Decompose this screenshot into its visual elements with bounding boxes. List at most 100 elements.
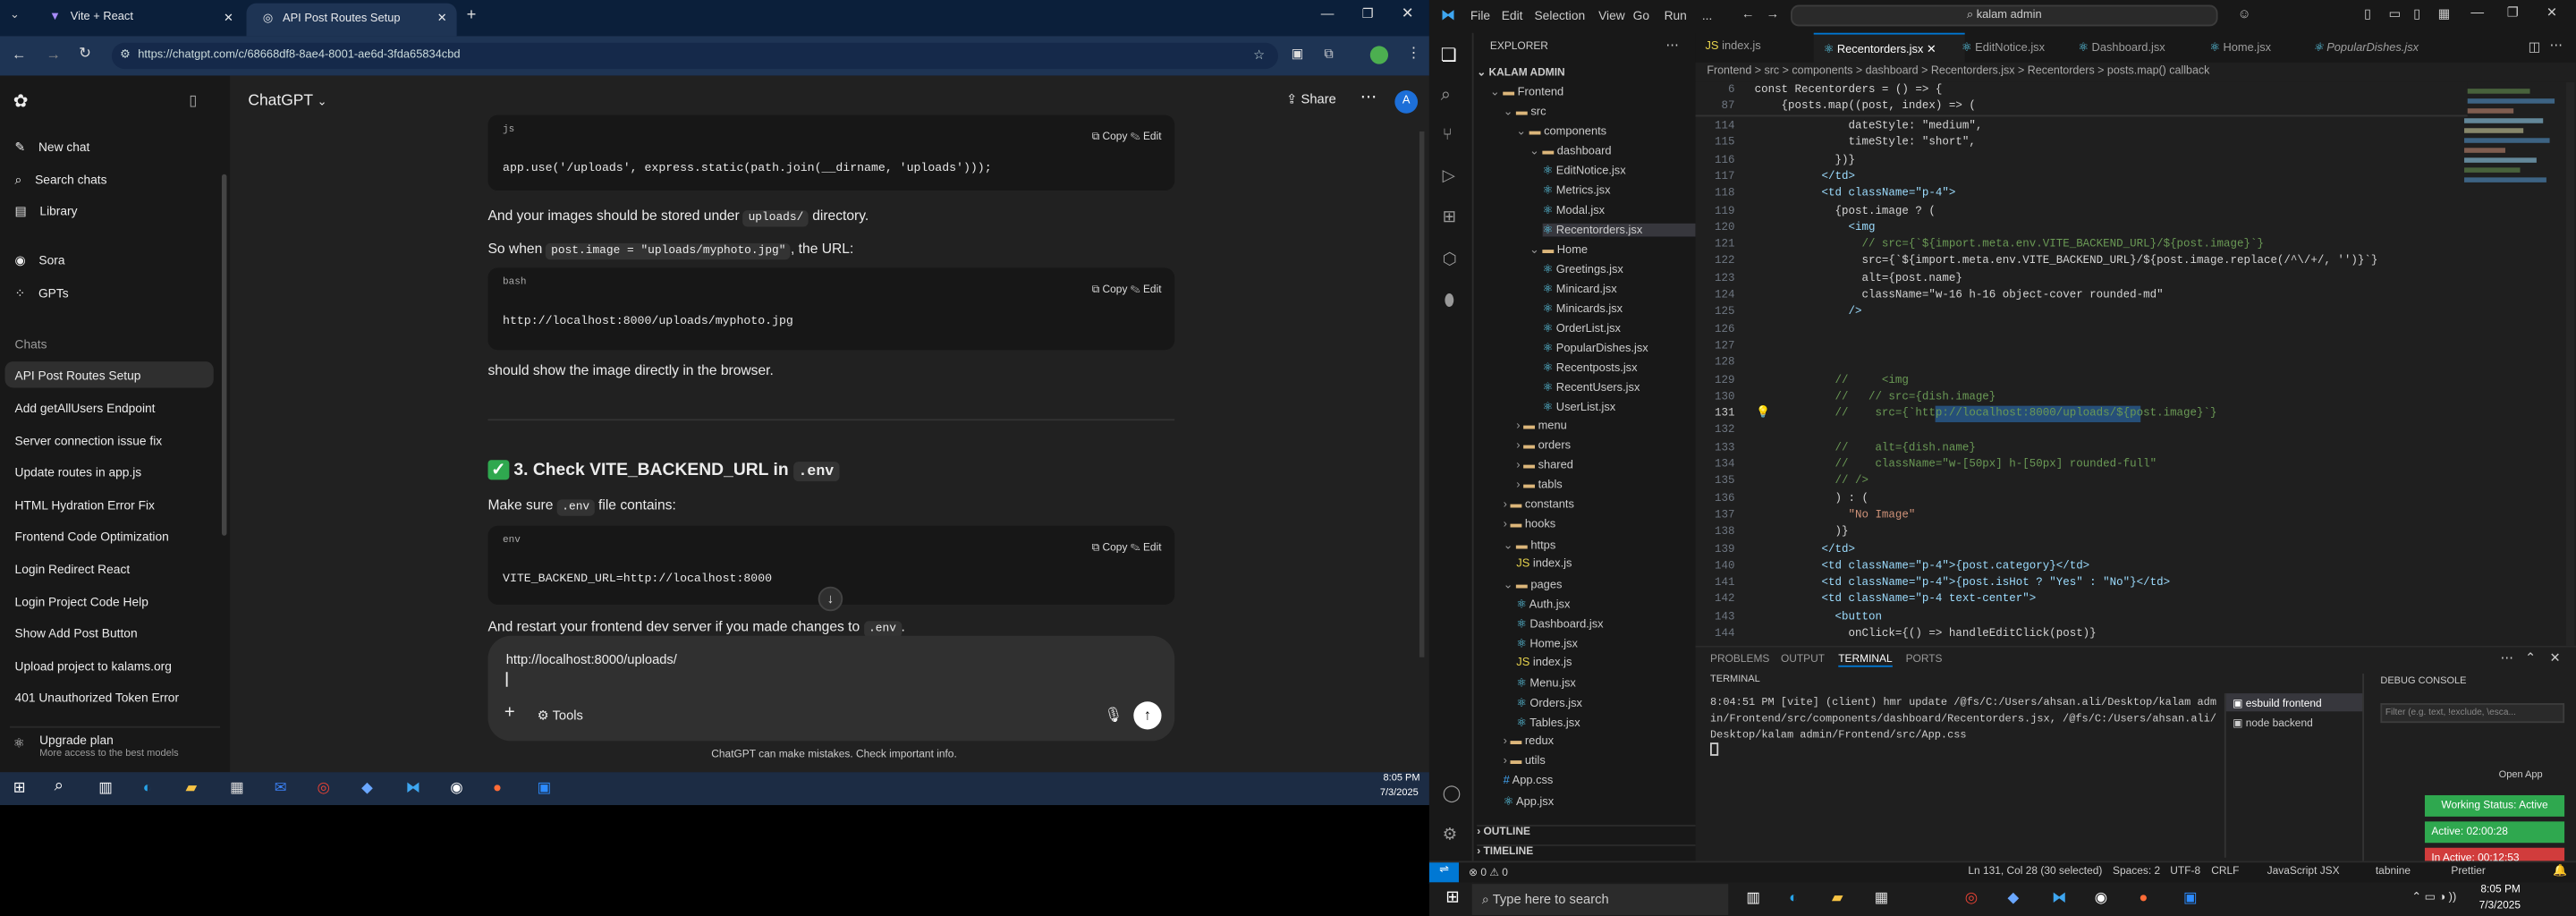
file-item[interactable]: ⚛ OrderList.jsx: [1543, 322, 1621, 335]
maximize-icon[interactable]: ❐: [1362, 6, 1374, 21]
tools-button[interactable]: ⚙ Tools: [538, 708, 583, 724]
explorer-icon[interactable]: ❏: [1441, 45, 1457, 65]
mail-icon[interactable]: ✉: [275, 779, 287, 797]
site-info-icon[interactable]: ⚙: [120, 47, 131, 61]
composer[interactable]: http://localhost:8000/uploads/ + ⚙ Tools…: [487, 635, 1175, 742]
nav-back-icon[interactable]: ←: [1741, 6, 1755, 21]
file-item[interactable]: ⚛ Recentposts.jsx: [1543, 361, 1638, 375]
share-button[interactable]: ⇪ Share: [1286, 92, 1336, 107]
chat-item[interactable]: Login Project Code Help: [15, 595, 148, 610]
more-actions-icon[interactable]: ⋯: [2550, 38, 2563, 53]
panel-tab-ports[interactable]: PORTS: [1906, 654, 1943, 666]
remote-indicator[interactable]: ⇌: [1428, 862, 1459, 885]
timeline-section[interactable]: › TIMELINE: [1477, 844, 1699, 858]
postman-icon[interactable]: ●: [2139, 889, 2148, 905]
folder-item[interactable]: › ▬ constants: [1504, 499, 1574, 511]
copilot-icon[interactable]: ☺: [2238, 6, 2251, 21]
file-explorer-icon[interactable]: ▰: [186, 779, 198, 797]
terminal-item-active[interactable]: ▣ esbuild frontend: [2225, 693, 2365, 712]
user-avatar[interactable]: A: [1394, 90, 1419, 114]
search-icon[interactable]: ⌕: [55, 777, 64, 795]
line-endings[interactable]: CRLF: [2211, 866, 2239, 878]
taskbar-search-input[interactable]: ⌕ Type here to search: [1471, 884, 1729, 916]
store-icon[interactable]: ▦: [1875, 889, 1889, 907]
close-sidebar-icon[interactable]: ▯: [189, 92, 197, 110]
file-item[interactable]: ⚛ Minicards.jsx: [1543, 302, 1623, 316]
bookmark-star-icon[interactable]: ☆: [1253, 47, 1265, 63]
library-button[interactable]: ▤ Library: [15, 204, 78, 219]
file-item[interactable]: ⚛ Menu.jsx: [1516, 677, 1576, 691]
file-item[interactable]: ⚛ Metrics.jsx: [1543, 184, 1611, 198]
chat-item[interactable]: Show Add Post Button: [15, 626, 138, 641]
gpts-button[interactable]: ⁘ GPTs: [15, 286, 69, 301]
file-item[interactable]: ⚛ Greetings.jsx: [1543, 263, 1623, 276]
address-bar[interactable]: ⚙ https://chatgpt.com/c/68668df8-8ae4-80…: [111, 42, 1278, 70]
menu-selection[interactable]: Selection: [1534, 8, 1585, 23]
split-editor-icon[interactable]: ◫: [2529, 39, 2541, 55]
file-item[interactable]: JS index.js: [1516, 558, 1572, 570]
folder-item[interactable]: ⌄ ▬ components: [1516, 125, 1606, 138]
file-item[interactable]: ⚛ Recentorders.jsx: [1542, 223, 1696, 237]
panel-tab-terminal[interactable]: TERMINAL: [1838, 654, 1893, 667]
sora-button[interactable]: ◉ Sora: [15, 253, 65, 268]
sidebar-scrollbar[interactable]: [221, 174, 227, 536]
editor-tab[interactable]: ⚛ PopularDishes.jsx: [2303, 33, 2468, 63]
settings-gear-icon[interactable]: ⚙: [1443, 827, 1457, 844]
back-icon[interactable]: ←: [12, 46, 27, 62]
more-options-icon[interactable]: ⋯: [1360, 89, 1377, 106]
file-item[interactable]: ⚛ Modal.jsx: [1543, 204, 1605, 217]
copy-button[interactable]: ⧉ Copy: [1092, 131, 1128, 143]
search-icon[interactable]: ⌕: [1441, 86, 1451, 107]
folder-item[interactable]: ⌄ ▬ src: [1504, 106, 1546, 118]
upgrade-plan-button[interactable]: ⚛ Upgrade plan More access to the best m…: [10, 725, 221, 766]
notifications-bell-icon[interactable]: 🔔: [2553, 864, 2567, 878]
new-tab-icon[interactable]: +: [467, 6, 477, 24]
browser-tab-vite[interactable]: ▼ Vite + React ✕: [33, 4, 243, 37]
minimap[interactable]: [2464, 82, 2563, 411]
microphone-icon[interactable]: 🎙: [1104, 707, 1123, 725]
close-window-icon[interactable]: ✕: [2546, 5, 2557, 21]
cursor-position[interactable]: Ln 131, Col 28 (30 selected): [1968, 866, 2102, 878]
search-chats-button[interactable]: ⌕ Search chats: [15, 173, 107, 189]
panel-tab-output[interactable]: OUTPUT: [1781, 654, 1825, 666]
add-attachment-icon[interactable]: +: [504, 703, 515, 723]
nav-forward-icon[interactable]: →: [1766, 6, 1779, 21]
folder-item[interactable]: › ▬ menu: [1516, 420, 1566, 432]
folder-item[interactable]: ⌄ ▬ Frontend: [1490, 86, 1563, 98]
editor-scrollbar[interactable]: [2565, 81, 2575, 646]
source-control-icon[interactable]: ⑂: [1443, 126, 1453, 144]
chat-item[interactable]: Update routes in app.js: [15, 465, 142, 480]
editor-tab[interactable]: ⚛ Home.jsx: [2199, 33, 2305, 63]
file-item[interactable]: ⚛ EditNotice.jsx: [1543, 165, 1626, 178]
breadcrumb[interactable]: Frontend > src > components > dashboard …: [1707, 65, 2209, 77]
browser-tab-chatgpt[interactable]: ◎ API Post Routes Setup ✕: [246, 3, 457, 37]
vscode-icon[interactable]: ⧓: [406, 779, 421, 797]
editor-tab-active[interactable]: ⚛ Recentorders.jsx ✕: [1813, 32, 1965, 63]
app-icon[interactable]: ◉: [2095, 889, 2107, 907]
extensions-puzzle-icon[interactable]: ⧉: [1324, 46, 1334, 62]
file-item[interactable]: ⚛ Minicard.jsx: [1543, 283, 1617, 296]
open-app-button[interactable]: Open App: [2499, 770, 2543, 780]
close-tab-icon[interactable]: ✕: [1927, 45, 1936, 56]
tabnine-status[interactable]: tabnine: [2376, 866, 2411, 878]
run-debug-icon[interactable]: ▷: [1443, 167, 1455, 185]
copy-button[interactable]: ⧉ Copy: [1092, 542, 1128, 554]
zoom-icon[interactable]: ▣: [538, 779, 552, 797]
folder-item[interactable]: › ▬ hooks: [1504, 519, 1556, 530]
edge-icon[interactable]: ◐: [143, 779, 152, 795]
chat-item[interactable]: Upload project to kalams.org: [15, 659, 172, 674]
openai-logo-icon[interactable]: ✿: [13, 90, 29, 112]
file-item[interactable]: JS index.js: [1516, 657, 1572, 669]
terminal-item[interactable]: ▣ node backend: [2226, 713, 2364, 731]
chat-item[interactable]: Frontend Code Optimization: [15, 529, 169, 544]
editor-tab[interactable]: ⚛ EditNotice.jsx: [1952, 33, 2070, 63]
close-window-icon[interactable]: ✕: [1402, 5, 1414, 23]
minimize-icon[interactable]: —: [2470, 5, 2484, 21]
toggle-panel-icon[interactable]: ▭: [2389, 6, 2402, 21]
send-button[interactable]: ↑: [1133, 701, 1162, 730]
file-explorer-icon[interactable]: ▰: [1832, 889, 1843, 907]
menu-go[interactable]: Go: [1633, 8, 1649, 23]
file-item[interactable]: ⚛ Dashboard.jsx: [1516, 618, 1603, 631]
task-view-icon[interactable]: ▥: [98, 779, 113, 797]
extensions-icon[interactable]: ⊞: [1443, 208, 1456, 226]
